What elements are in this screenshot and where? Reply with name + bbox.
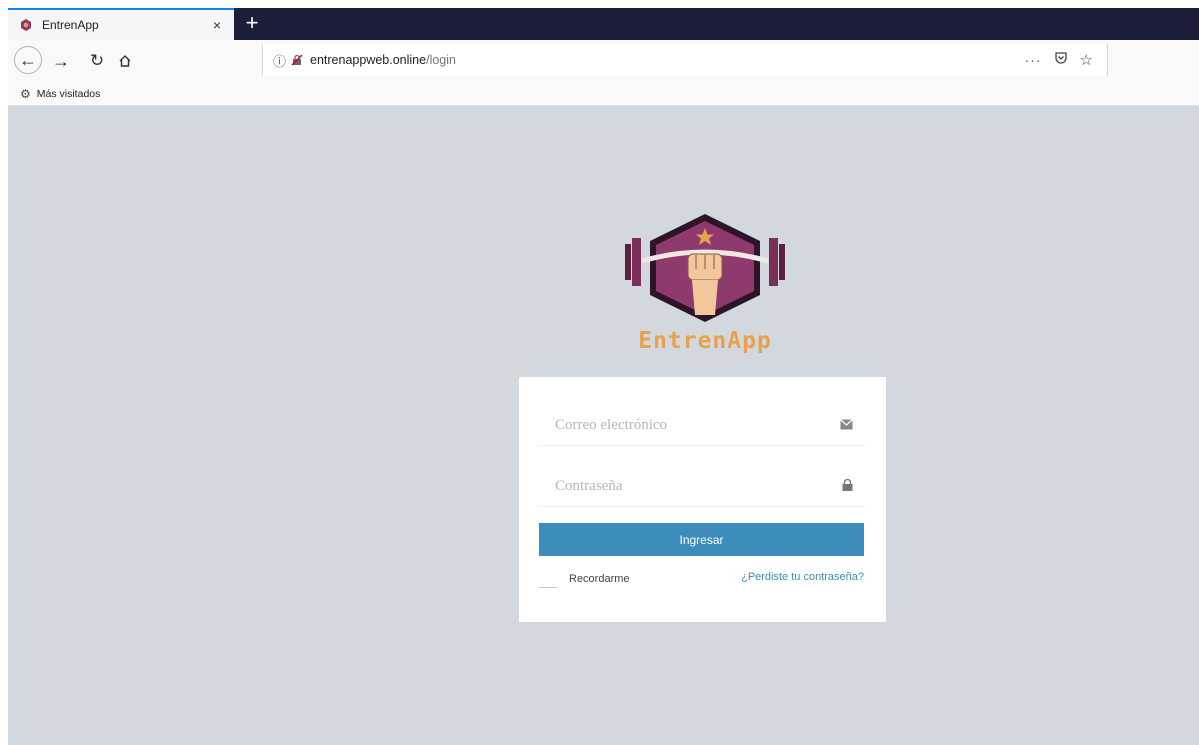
email-input[interactable]: Correo electrónico bbox=[555, 417, 840, 434]
bookmark-star-icon[interactable]: ☆ bbox=[1080, 51, 1093, 69]
url-host: entrenappweb.online bbox=[310, 53, 427, 67]
url-path: /login bbox=[426, 53, 456, 67]
forward-icon[interactable]: → bbox=[48, 48, 74, 74]
tab-strip: EntrenApp × + bbox=[8, 8, 1199, 40]
new-tab-button[interactable]: + bbox=[240, 12, 264, 36]
insecure-lock-icon[interactable] bbox=[290, 53, 304, 67]
page-content: EntrenApp Correo electrónico Contraseña … bbox=[8, 106, 1199, 745]
url-text[interactable]: entrenappweb.online/login bbox=[310, 53, 456, 67]
forgot-password-link[interactable]: ¿Perdiste tu contraseña? bbox=[741, 571, 864, 583]
back-icon[interactable]: ← bbox=[14, 46, 42, 74]
brand-name: EntrenApp bbox=[638, 328, 772, 354]
remember-me[interactable]: Recordarme bbox=[539, 569, 630, 588]
page-actions-icon[interactable]: ··· bbox=[1025, 52, 1042, 68]
envelope-icon bbox=[840, 418, 853, 433]
close-tab-icon[interactable]: × bbox=[208, 17, 226, 33]
login-form: Correo electrónico Contraseña Ingresar R… bbox=[519, 377, 886, 622]
browser-tab[interactable]: EntrenApp × bbox=[8, 8, 234, 40]
reload-icon[interactable]: ↻ bbox=[84, 48, 110, 74]
home-icon[interactable] bbox=[112, 48, 138, 74]
password-field[interactable]: Contraseña bbox=[539, 466, 865, 507]
bookmark-most-visited[interactable]: Más visitados bbox=[37, 88, 101, 100]
gear-icon: ⚙ bbox=[20, 86, 31, 101]
address-bar[interactable]: ⓘ entrenappweb.online/login ··· ☆ bbox=[262, 44, 1108, 76]
submit-button[interactable]: Ingresar bbox=[539, 523, 864, 556]
pocket-icon[interactable] bbox=[1054, 51, 1068, 69]
nav-bar: ← → ↻ ⓘ entrenappweb.online/login ··· ☆ bbox=[8, 40, 1199, 82]
lock-icon bbox=[842, 478, 853, 494]
password-input[interactable]: Contraseña bbox=[555, 478, 842, 495]
favicon-icon bbox=[18, 17, 34, 33]
bookmarks-bar: ⚙ Más visitados bbox=[8, 82, 1199, 106]
tab-title: EntrenApp bbox=[42, 18, 99, 32]
email-field[interactable]: Correo electrónico bbox=[539, 405, 865, 446]
remember-checkbox[interactable] bbox=[539, 569, 557, 588]
info-icon[interactable]: ⓘ bbox=[273, 51, 286, 70]
remember-label: Recordarme bbox=[569, 572, 630, 585]
